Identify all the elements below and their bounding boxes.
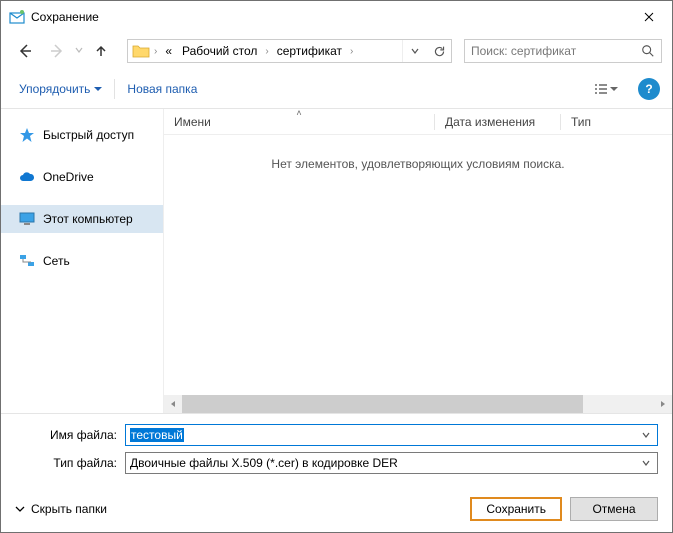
back-button[interactable]: [11, 37, 39, 65]
search-input[interactable]: [465, 44, 635, 58]
address-bar[interactable]: › « Рабочий стол › сертификат ›: [127, 39, 452, 63]
network-icon: [19, 253, 35, 269]
view-options-button[interactable]: [586, 77, 626, 101]
separator: [114, 79, 115, 99]
dialog-title: Сохранение: [31, 10, 626, 24]
chevron-right-icon: ›: [152, 46, 159, 57]
chevron-down-icon[interactable]: [637, 454, 655, 472]
body: Быстрый доступ OneDrive Этот компьютер С…: [1, 109, 672, 414]
toolbar: Упорядочить Новая папка ?: [1, 69, 672, 109]
scroll-thumb[interactable]: [182, 395, 583, 413]
close-button[interactable]: [626, 1, 672, 33]
column-headers: ˄ Имени Дата изменения Тип: [164, 109, 672, 135]
horizontal-scrollbar[interactable]: [164, 395, 672, 413]
empty-message: Нет элементов, удовлетворяющих условиям …: [164, 135, 672, 395]
file-list: ˄ Имени Дата изменения Тип Нет элементов…: [163, 109, 672, 413]
column-date[interactable]: Дата изменения: [435, 109, 560, 134]
chevron-right-icon: ›: [348, 46, 355, 57]
nav-tree: Быстрый доступ OneDrive Этот компьютер С…: [1, 109, 163, 413]
button-row: Скрыть папки Сохранить Отмена: [1, 486, 672, 532]
sidebar-item-onedrive[interactable]: OneDrive: [1, 163, 163, 191]
new-folder-button[interactable]: Новая папка: [121, 78, 203, 100]
cancel-button[interactable]: Отмена: [570, 497, 658, 521]
filetype-combo[interactable]: Двоичные файлы X.509 (*.cer) в кодировке…: [125, 452, 658, 474]
recent-locations-button[interactable]: [75, 46, 83, 57]
filename-input[interactable]: тестовый: [130, 428, 184, 442]
save-dialog: Сохранение › « Рабочий стол ›: [0, 0, 673, 533]
column-name[interactable]: ˄ Имени: [164, 109, 434, 134]
organize-button[interactable]: Упорядочить: [13, 78, 108, 100]
forward-button[interactable]: [43, 37, 71, 65]
refresh-button[interactable]: [427, 40, 451, 62]
breadcrumb-desktop[interactable]: Рабочий стол: [178, 44, 261, 58]
sidebar-item-quick-access[interactable]: Быстрый доступ: [1, 121, 163, 149]
search-box[interactable]: [464, 39, 662, 63]
address-dropdown-button[interactable]: [403, 40, 427, 62]
filename-label: Имя файла:: [15, 428, 125, 442]
hide-folders-button[interactable]: Скрыть папки: [15, 502, 107, 516]
breadcrumb-current[interactable]: сертификат: [273, 44, 346, 58]
chevron-down-icon[interactable]: [637, 426, 655, 444]
column-type[interactable]: Тип: [561, 109, 672, 134]
sidebar-item-this-pc[interactable]: Этот компьютер: [1, 205, 163, 233]
folder-icon: [132, 42, 150, 60]
nav-row: › « Рабочий стол › сертификат ›: [1, 33, 672, 69]
help-button[interactable]: ?: [638, 78, 660, 100]
filename-combo[interactable]: тестовый: [125, 424, 658, 446]
filetype-value: Двоичные файлы X.509 (*.cer) в кодировке…: [130, 456, 637, 470]
chevron-right-icon: ›: [263, 46, 270, 57]
search-icon[interactable]: [635, 44, 661, 58]
dialog-icon: [9, 9, 25, 25]
sort-arrow-icon: ˄: [296, 109, 301, 118]
filetype-label: Тип файла:: [15, 456, 125, 470]
save-button[interactable]: Сохранить: [470, 497, 562, 521]
sidebar-item-network[interactable]: Сеть: [1, 247, 163, 275]
cloud-icon: [19, 169, 35, 185]
up-button[interactable]: [87, 37, 115, 65]
titlebar: Сохранение: [1, 1, 672, 33]
star-icon: [19, 127, 35, 143]
breadcrumb-prefix: «: [161, 44, 176, 58]
monitor-icon: [19, 211, 35, 227]
scroll-left-icon[interactable]: [164, 395, 182, 413]
scroll-right-icon[interactable]: [654, 395, 672, 413]
chevron-down-icon: [15, 504, 25, 514]
save-fields: Имя файла: тестовый Тип файла: Двоичные …: [1, 414, 672, 486]
